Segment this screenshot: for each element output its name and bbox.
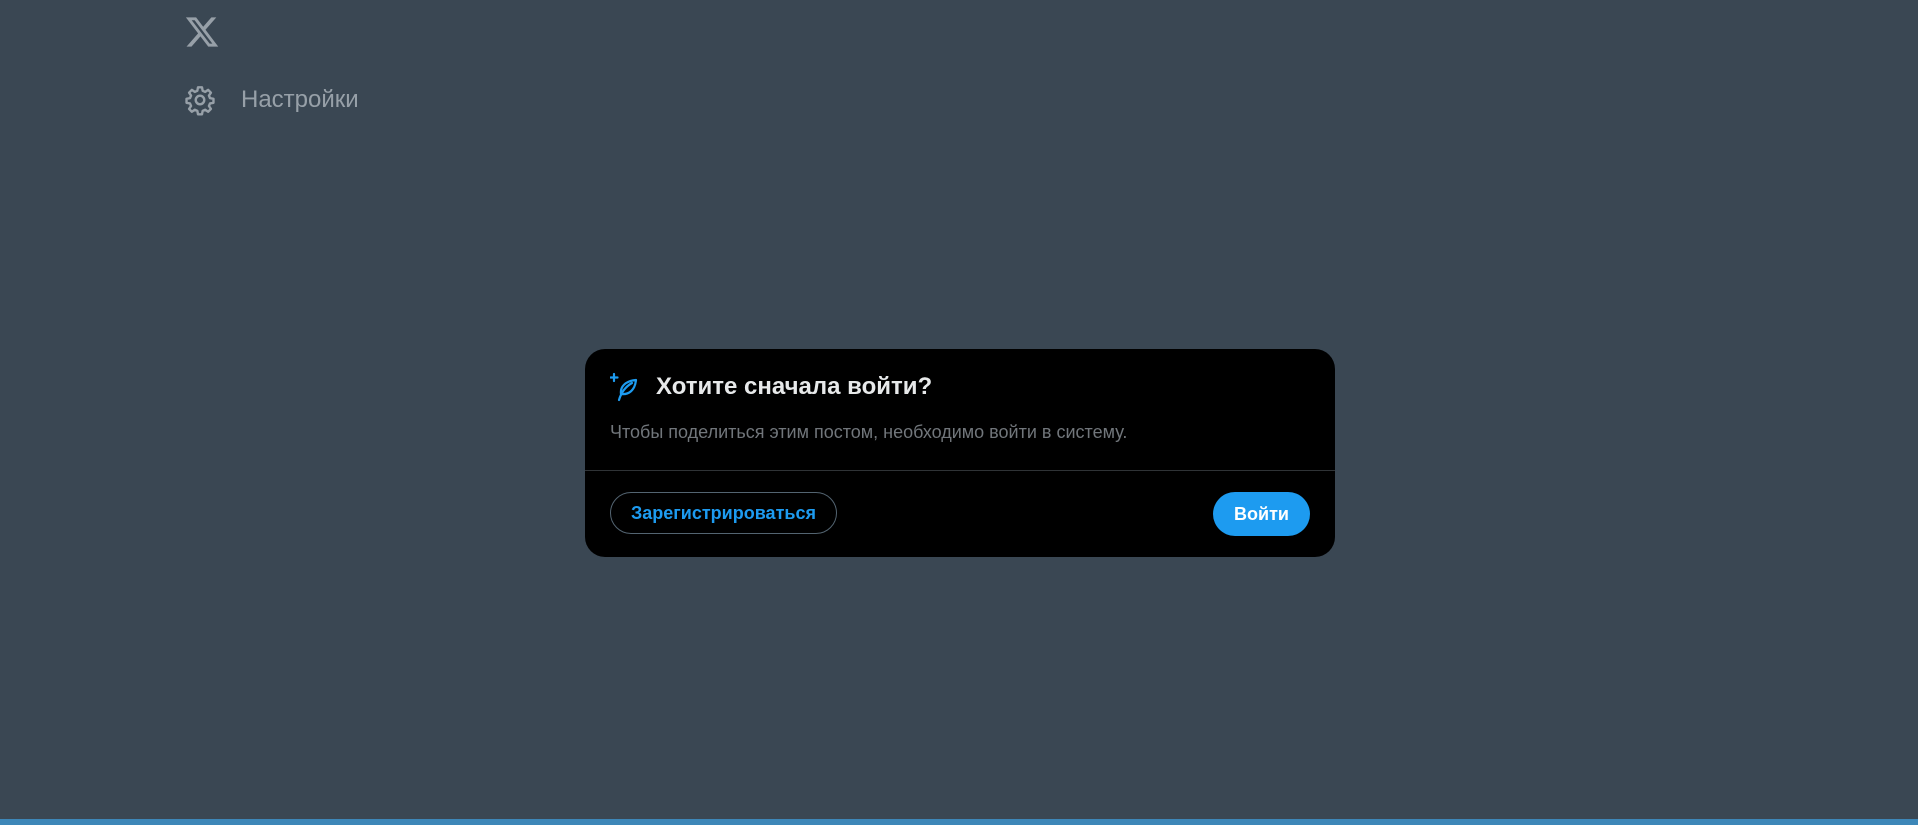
signup-button[interactable]: Зарегистрироваться [610, 492, 837, 534]
dialog-description: Чтобы поделиться этим постом, необходимо… [610, 422, 1128, 442]
dialog-title: Хотите сначала войти? [656, 373, 933, 400]
bottom-bar [0, 819, 1918, 825]
nav-settings-label: Настройки [241, 86, 359, 113]
dialog-divider [585, 470, 1335, 471]
login-button[interactable]: Войти [1213, 492, 1310, 536]
login-prompt-dialog: Хотите сначала войти? Чтобы поделиться э… [585, 349, 1335, 557]
dialog-header: Хотите сначала войти? [610, 371, 932, 403]
gear-icon [184, 84, 216, 116]
feather-sparkle-icon [610, 371, 642, 403]
x-logo-icon[interactable] [184, 14, 220, 50]
nav-item-settings[interactable]: Настройки [184, 82, 359, 118]
page: Настройки Хотите сначала войти? Чтобы по… [0, 0, 1918, 825]
